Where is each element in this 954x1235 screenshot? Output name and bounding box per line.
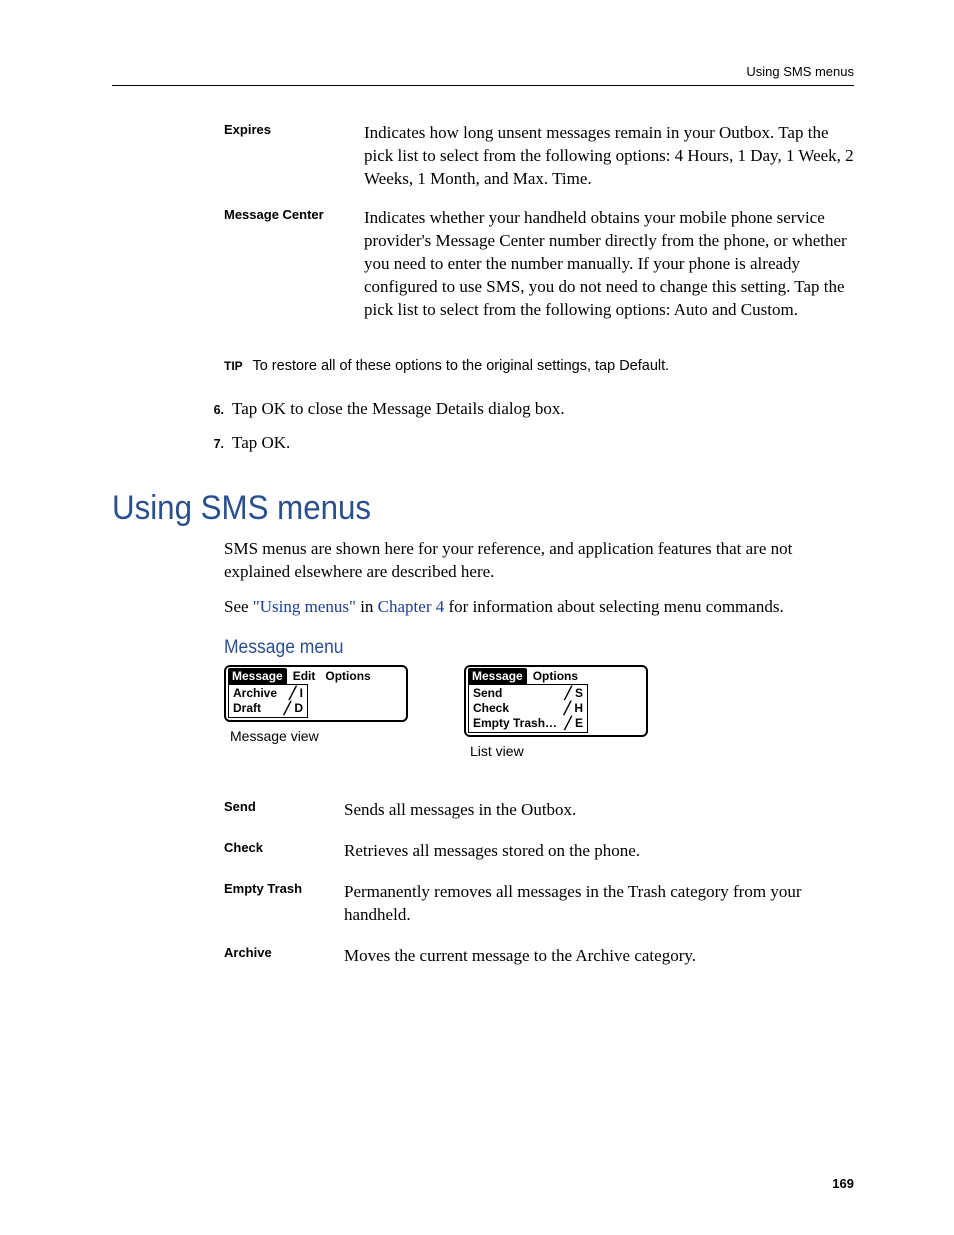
see-paragraph: See "Using menus" in Chapter 4 for infor… bbox=[224, 596, 854, 619]
step-number: 7. bbox=[202, 437, 224, 451]
step-number: 6. bbox=[202, 403, 224, 417]
table-row: Empty Trash Permanently removes all mess… bbox=[224, 881, 854, 945]
header-rule bbox=[112, 85, 854, 86]
tip-callout: TIP To restore all of these options to t… bbox=[224, 358, 854, 374]
see-prefix: See bbox=[224, 597, 253, 616]
tip-text: To restore all of these options to the o… bbox=[252, 358, 669, 374]
figure-message-view: Message Edit Options Archive ╱ I Draft ╱… bbox=[224, 665, 408, 744]
menu-bar: Message Options bbox=[466, 667, 646, 684]
menu-item: Send ╱ S bbox=[469, 686, 587, 701]
menu-item: Archive ╱ I bbox=[229, 686, 307, 701]
menu-item-shortcut: ╱ D bbox=[284, 701, 303, 716]
see-suffix: for information about selecting menu com… bbox=[444, 597, 783, 616]
menu-item-shortcut: ╱ H bbox=[564, 701, 583, 716]
menu-item-label: Send bbox=[473, 686, 502, 701]
menu-dropdown: Archive ╱ I Draft ╱ D bbox=[228, 684, 308, 718]
options-definition-table: Expires Indicates how long unsent messag… bbox=[224, 122, 854, 338]
numbered-steps: 6. Tap OK to close the Message Details d… bbox=[202, 398, 854, 456]
menu-box: Message Options Send ╱ S Check ╱ H Empty… bbox=[464, 665, 648, 737]
figure-caption: List view bbox=[470, 743, 648, 759]
section-title: Using SMS menus bbox=[112, 489, 795, 528]
menu-tab-options: Options bbox=[321, 668, 374, 684]
term-check: Check bbox=[224, 840, 344, 881]
desc-expires: Indicates how long unsent messages remai… bbox=[364, 122, 854, 207]
table-row: Archive Moves the current message to the… bbox=[224, 945, 854, 986]
menu-item: Check ╱ H bbox=[469, 701, 587, 716]
menu-tab-message: Message bbox=[468, 668, 527, 684]
menu-item-shortcut: ╱ I bbox=[289, 686, 303, 701]
figure-caption: Message view bbox=[230, 728, 408, 744]
intro-paragraph: SMS menus are shown here for your refere… bbox=[224, 538, 854, 584]
desc-check: Retrieves all messages stored on the pho… bbox=[344, 840, 854, 881]
table-row: Send Sends all messages in the Outbox. bbox=[224, 799, 854, 840]
menu-item-shortcut: ╱ E bbox=[564, 716, 583, 731]
list-item: 7. Tap OK. bbox=[202, 432, 854, 455]
step-text: Tap OK to close the Message Details dial… bbox=[232, 398, 565, 421]
term-expires: Expires bbox=[224, 122, 364, 207]
menu-item: Empty Trash… ╱ E bbox=[469, 716, 587, 731]
term-archive: Archive bbox=[224, 945, 344, 986]
menu-tab-edit: Edit bbox=[289, 668, 320, 684]
menu-item-shortcut: ╱ S bbox=[564, 686, 583, 701]
menu-dropdown: Send ╱ S Check ╱ H Empty Trash… ╱ E bbox=[468, 684, 588, 733]
menu-bar: Message Edit Options bbox=[226, 667, 406, 684]
table-row: Expires Indicates how long unsent messag… bbox=[224, 122, 854, 207]
list-item: 6. Tap OK to close the Message Details d… bbox=[202, 398, 854, 421]
menu-item-label: Draft bbox=[233, 701, 261, 716]
figure-list-view: Message Options Send ╱ S Check ╱ H Empty… bbox=[464, 665, 648, 759]
menu-figures: Message Edit Options Archive ╱ I Draft ╱… bbox=[224, 665, 854, 759]
tip-label: TIP bbox=[224, 359, 243, 373]
desc-message-center: Indicates whether your handheld obtains … bbox=[364, 207, 854, 338]
desc-send: Sends all messages in the Outbox. bbox=[344, 799, 854, 840]
menu-item-label: Check bbox=[473, 701, 509, 716]
running-head: Using SMS menus bbox=[112, 64, 854, 79]
link-chapter-4[interactable]: Chapter 4 bbox=[378, 597, 445, 616]
link-using-menus[interactable]: "Using menus" bbox=[253, 597, 356, 616]
commands-definition-table: Send Sends all messages in the Outbox. C… bbox=[224, 799, 854, 986]
page-number: 169 bbox=[832, 1176, 854, 1191]
menu-tab-options: Options bbox=[529, 668, 582, 684]
step-text: Tap OK. bbox=[232, 432, 290, 455]
menu-item: Draft ╱ D bbox=[229, 701, 307, 716]
menu-item-label: Archive bbox=[233, 686, 277, 701]
menu-box: Message Edit Options Archive ╱ I Draft ╱… bbox=[224, 665, 408, 722]
menu-item-label: Empty Trash… bbox=[473, 716, 557, 731]
table-row: Message Center Indicates whether your ha… bbox=[224, 207, 854, 338]
table-row: Check Retrieves all messages stored on t… bbox=[224, 840, 854, 881]
term-send: Send bbox=[224, 799, 344, 840]
desc-archive: Moves the current message to the Archive… bbox=[344, 945, 854, 986]
subsection-title: Message menu bbox=[224, 637, 804, 659]
see-mid: in bbox=[356, 597, 378, 616]
desc-empty-trash: Permanently removes all messages in the … bbox=[344, 881, 854, 945]
menu-tab-message: Message bbox=[228, 668, 287, 684]
term-message-center: Message Center bbox=[224, 207, 364, 338]
term-empty-trash: Empty Trash bbox=[224, 881, 344, 945]
